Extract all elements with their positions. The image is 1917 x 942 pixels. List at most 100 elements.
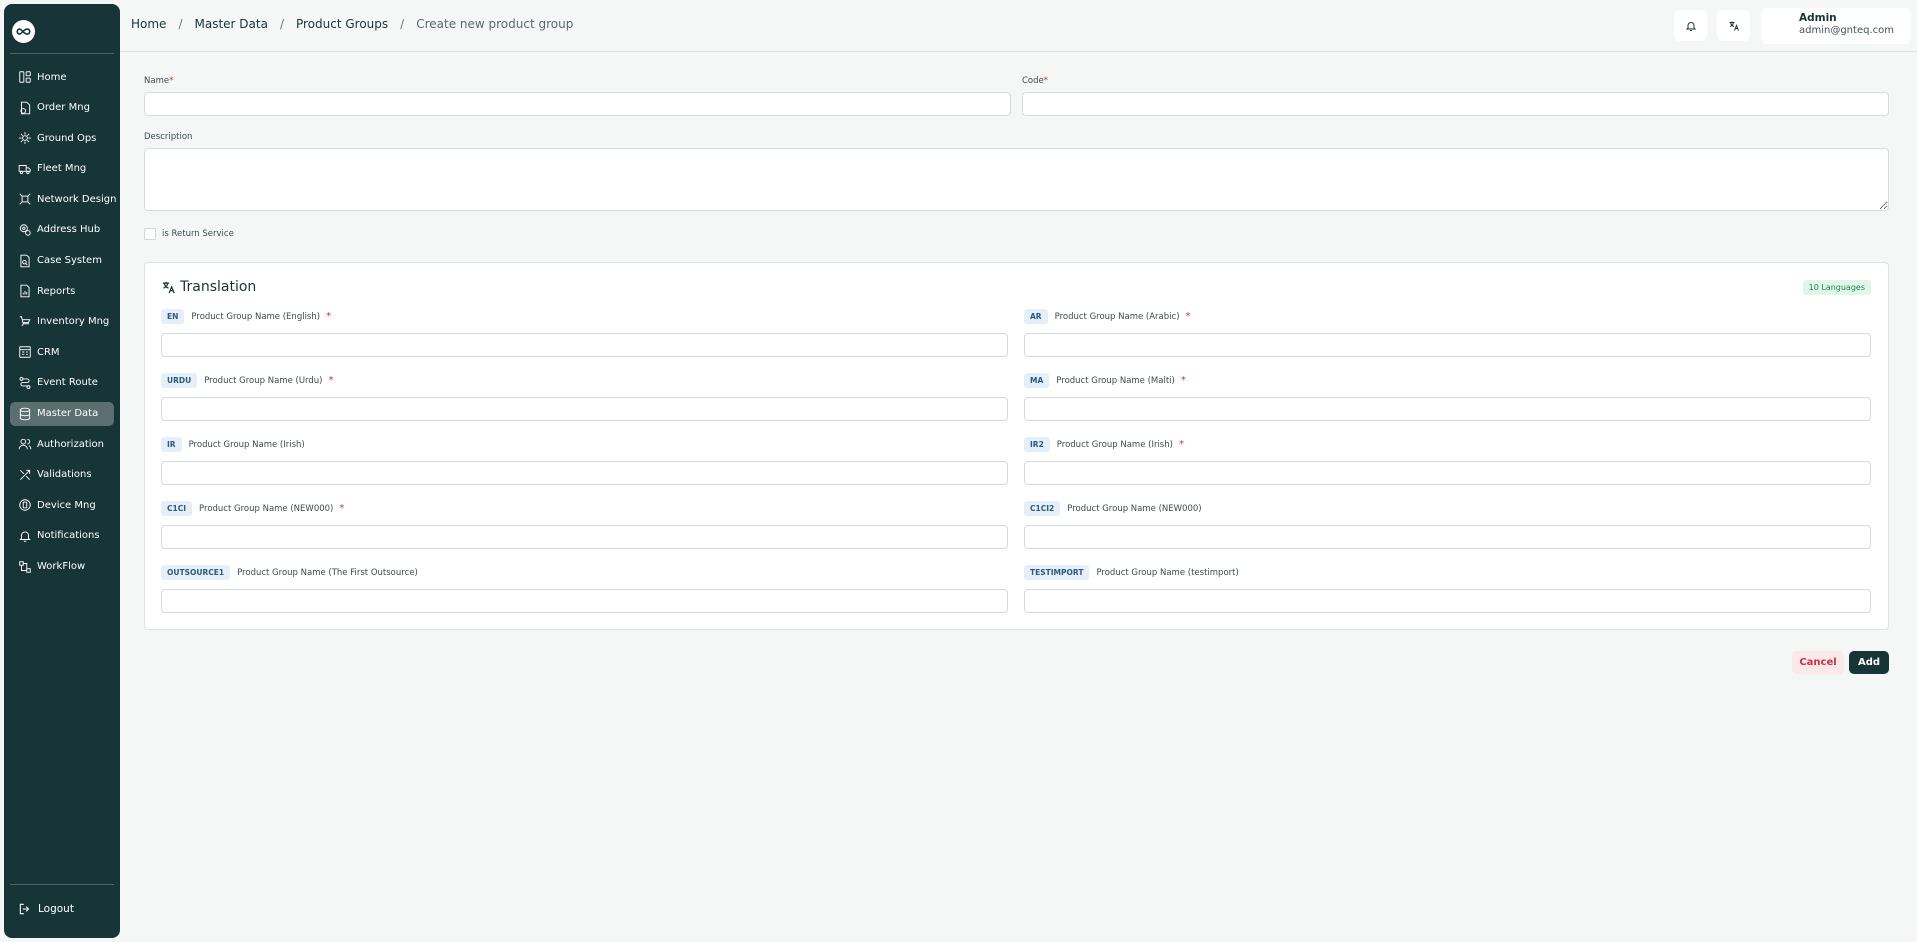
breadcrumb-master-data[interactable]: Master Data [194, 17, 267, 31]
sidebar-item-notifications[interactable]: Notifications [10, 524, 114, 548]
translation-input-ma[interactable] [1024, 397, 1871, 421]
breadcrumb-product-groups[interactable]: Product Groups [296, 17, 388, 31]
translation-label-ir: IR Product Group Name (Irish) [161, 437, 305, 452]
address-icon [19, 224, 31, 236]
sidebar-item-master-data[interactable]: Master Data [10, 401, 114, 426]
sidebar-item-validations[interactable]: Validations [10, 463, 114, 487]
breadcrumb-separator: / [279, 17, 284, 31]
language-button[interactable] [1717, 10, 1750, 41]
truck-icon [18, 164, 31, 174]
required-mark: * [1043, 76, 1049, 86]
required-mark: * [1185, 311, 1191, 322]
user-menu[interactable]: Admin admin@gnteq.com [1761, 8, 1911, 44]
translation-input-ir2[interactable] [1024, 461, 1871, 485]
sidebar-item-network-design[interactable]: Network Design [10, 187, 117, 211]
order-icon [20, 101, 31, 114]
translation-input-ar[interactable] [1024, 333, 1871, 357]
bell-icon [19, 531, 31, 542]
translation-label-testimport: TESTIMPORT Product Group Name (testimpor… [1024, 565, 1239, 580]
code-input[interactable] [1022, 92, 1889, 116]
logout-icon [19, 903, 30, 915]
network-icon [19, 193, 31, 205]
code-label: Code* [1022, 76, 1049, 86]
translation-card: Translation 10 Languages EN Product Grou… [144, 262, 1889, 630]
lang-code-badge: IR2 [1024, 437, 1050, 452]
sidebar-item-label: Validations [37, 469, 92, 481]
crm-icon [19, 346, 31, 359]
sidebar-item-fleet-mng[interactable]: Fleet Mng [10, 157, 114, 181]
name-input[interactable] [144, 92, 1011, 116]
device-icon [19, 499, 31, 512]
notifications-button[interactable] [1674, 10, 1707, 41]
inventory-icon [19, 316, 31, 327]
return-service-checkbox[interactable] [144, 228, 156, 240]
case-icon [20, 254, 30, 267]
sidebar-item-order-mng[interactable]: Order Mng [10, 96, 114, 120]
sidebar-item-label: Fleet Mng [37, 163, 87, 175]
required-mark: * [1180, 375, 1186, 386]
topbar: Home / Master Data / Product Groups / Cr… [120, 0, 1917, 52]
sidebar-item-label: Case System [37, 255, 102, 267]
translation-input-ir[interactable] [161, 461, 1008, 485]
translation-input-c1ci[interactable] [161, 525, 1008, 549]
translation-input-en[interactable] [161, 333, 1008, 357]
required-mark: * [1178, 439, 1184, 450]
users-icon [18, 438, 32, 450]
sidebar-item-label: Master Data [37, 408, 99, 420]
required-mark: * [328, 375, 334, 386]
sidebar-item-home[interactable]: Home [10, 65, 114, 89]
app-logo[interactable] [12, 20, 35, 43]
breadcrumb-home[interactable]: Home [131, 17, 166, 31]
sidebar-item-case-system[interactable]: Case System [10, 249, 114, 273]
translation-input-urdu[interactable] [161, 397, 1008, 421]
infinity-icon [16, 28, 31, 35]
translation-input-c1ci2[interactable] [1024, 525, 1871, 549]
workflow-icon [19, 560, 31, 573]
lang-code-badge: MA [1024, 373, 1050, 388]
user-email: admin@gnteq.com [1799, 25, 1894, 36]
translation-input-testimport[interactable] [1024, 589, 1871, 613]
translation-label-ma: MA Product Group Name (Malti) * [1024, 373, 1186, 388]
sidebar-item-label: Authorization [37, 438, 104, 450]
sidebar-item-authorization[interactable]: Authorization [10, 432, 114, 456]
translation-label-urdu: URDU Product Group Name (Urdu) * [161, 373, 334, 388]
sidebar-item-workflow[interactable]: WorkFlow [10, 555, 114, 579]
required-mark: * [326, 311, 332, 322]
breadcrumb-current: Create new product group [416, 17, 574, 31]
sidebar-divider-top [10, 53, 114, 54]
breadcrumb-separator: / [178, 17, 183, 31]
translation-label-c1ci: C1CI Product Group Name (NEW000) * [161, 501, 344, 516]
logout-label: Logout [38, 903, 74, 915]
translate-icon [1729, 21, 1739, 31]
cancel-button[interactable]: Cancel [1792, 651, 1844, 674]
description-label: Description [144, 132, 193, 142]
sidebar-item-ground-ops[interactable]: Ground Ops [10, 126, 114, 150]
sidebar-divider-bottom [10, 884, 114, 885]
sidebar-item-reports[interactable]: Reports [10, 279, 114, 303]
sidebar-item-crm[interactable]: CRM [10, 340, 114, 364]
add-button[interactable]: Add [1849, 651, 1889, 674]
sidebar-nav: Home Order Mng Ground Ops Fleet Mng Netw… [10, 65, 117, 585]
reports-icon [20, 284, 30, 298]
lang-code-badge: EN [161, 309, 185, 324]
home-icon [19, 71, 31, 83]
sidebar-item-label: Network Design [37, 193, 117, 205]
sidebar-item-address-hub[interactable]: Address Hub [10, 218, 114, 242]
sidebar: Home Order Mng Ground Ops Fleet Mng Netw… [4, 4, 120, 938]
bell-icon [1685, 21, 1696, 31]
sidebar-item-label: Device Mng [37, 499, 96, 511]
description-textarea[interactable] [144, 148, 1889, 211]
lang-code-badge: C1CI [161, 501, 193, 516]
sidebar-item-event-route[interactable]: Event Route [10, 371, 114, 395]
breadcrumb-separator: / [400, 17, 405, 31]
sidebar-item-label: Ground Ops [37, 132, 97, 144]
sidebar-item-device-mng[interactable]: Device Mng [10, 493, 114, 517]
required-mark: * [169, 76, 174, 86]
translation-input-outsource1[interactable] [161, 589, 1008, 613]
translation-title: Translation [161, 279, 256, 295]
lang-code-badge: OUTSOURCE1 [161, 565, 231, 580]
sidebar-item-inventory-mng[interactable]: Inventory Mng [10, 310, 114, 334]
sidebar-item-label: Inventory Mng [37, 316, 110, 328]
logout-button[interactable]: Logout [18, 902, 74, 916]
database-icon [19, 407, 31, 420]
